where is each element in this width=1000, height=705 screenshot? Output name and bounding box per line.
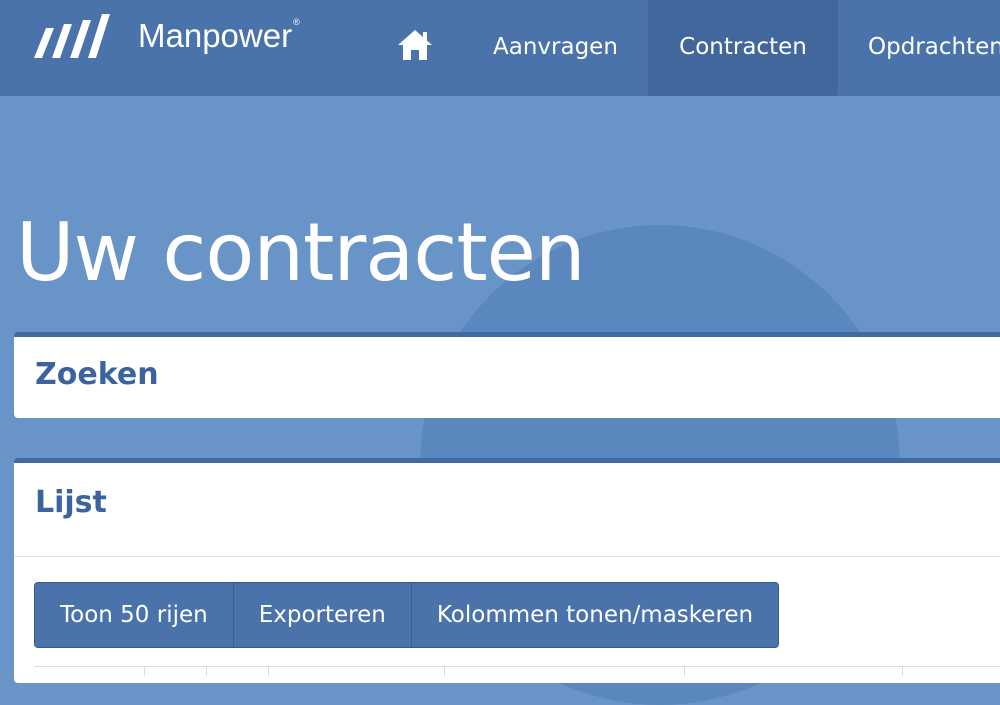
panel-divider (14, 556, 1000, 557)
nav-item-contracten[interactable]: Contracten (648, 0, 838, 96)
table-column-divider (144, 666, 145, 676)
home-icon-glyph (398, 30, 432, 60)
nav-item-aanvragen[interactable]: Aanvragen (493, 0, 618, 96)
search-panel: Zoeken (14, 332, 1000, 418)
search-panel-heading[interactable]: Zoeken (35, 357, 159, 392)
manpower-logo[interactable]: Manpower® (30, 6, 300, 66)
list-panel: Lijst Toon 50 rijen Exporteren Kolommen … (14, 458, 1000, 683)
registered-mark: ® (293, 17, 300, 27)
table-column-divider (268, 666, 269, 676)
table-button-group: Toon 50 rijen Exporteren Kolommen tonen/… (34, 582, 780, 648)
show-50-rows-button[interactable]: Toon 50 rijen (35, 583, 234, 647)
home-icon[interactable] (396, 28, 434, 62)
export-button[interactable]: Exporteren (233, 583, 412, 647)
table-column-divider (206, 666, 207, 676)
table-column-divider (902, 666, 903, 676)
page-title: Uw contracten (16, 206, 586, 299)
table-column-divider (444, 666, 445, 676)
table-column-divider (684, 666, 685, 676)
nav-item-opdrachten[interactable]: Opdrachten (868, 0, 1000, 96)
brand-name: Manpower® (138, 17, 300, 54)
manpower-logo-mark (34, 14, 110, 58)
top-navbar: Manpower® Aanvragen Contracten Opdrachte… (0, 0, 1000, 96)
list-panel-heading: Lijst (35, 485, 107, 520)
toggle-columns-button[interactable]: Kolommen tonen/maskeren (411, 583, 779, 647)
